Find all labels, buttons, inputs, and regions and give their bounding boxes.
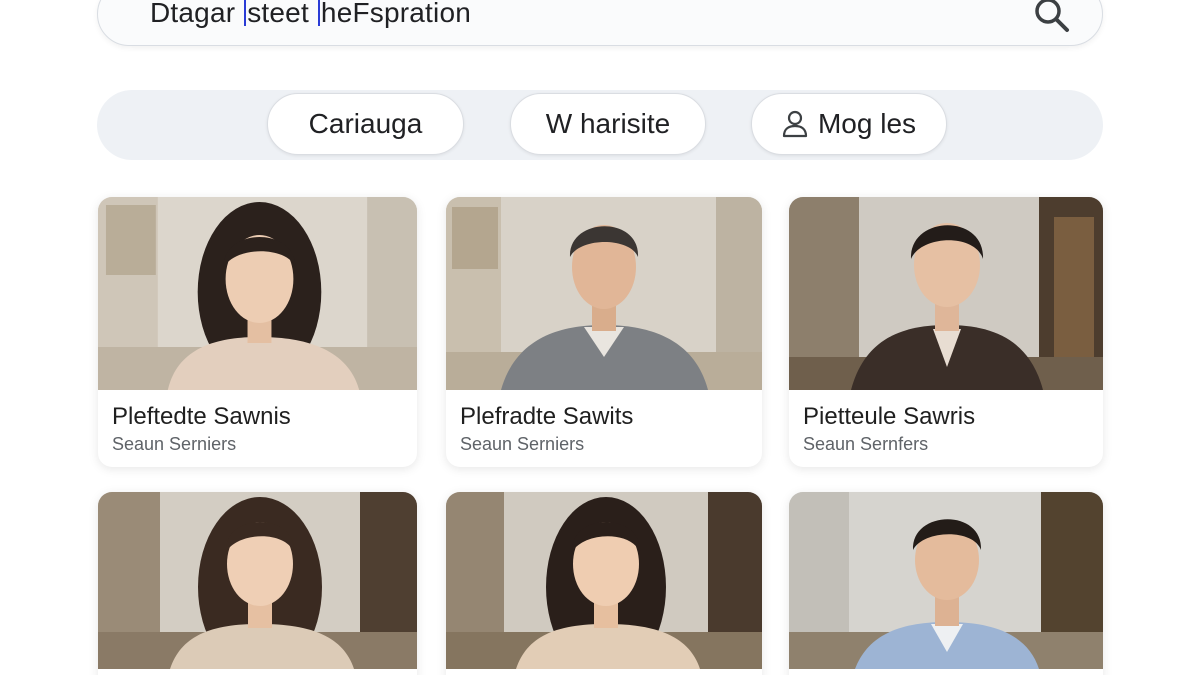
result-card[interactable] xyxy=(446,492,762,675)
profile-photo xyxy=(789,492,1103,669)
profile-photo xyxy=(446,197,762,390)
filter-chip-w-harisite[interactable]: W harisite xyxy=(510,93,706,155)
result-card[interactable] xyxy=(98,492,417,675)
result-name: Pietteule Sawris xyxy=(803,403,976,430)
result-subtitle: Seaun Sernfers xyxy=(803,434,929,454)
profile-photo xyxy=(446,492,762,669)
result-card[interactable]: Plefradte Sawits Seaun Serniers xyxy=(446,197,762,467)
search-bar[interactable]: Dtagar steet heFspration xyxy=(97,0,1103,46)
filter-chip-bar: Cariauga W harisite Mog les xyxy=(97,90,1103,160)
text-caret xyxy=(244,0,247,26)
person-icon xyxy=(782,110,808,138)
filter-chip-mog-les[interactable]: Mog les xyxy=(751,93,947,155)
chip-label: W harisite xyxy=(545,108,671,139)
profile-photo xyxy=(789,197,1103,390)
profile-photo xyxy=(98,492,417,669)
result-subtitle: Seaun Serniers xyxy=(460,434,585,454)
text-caret xyxy=(317,0,320,26)
result-name: Plefradte Sawits xyxy=(460,403,634,430)
search-query-part-2: steet xyxy=(247,0,317,28)
search-button[interactable] xyxy=(1030,0,1074,37)
filter-chip-cariauga[interactable]: Cariauga xyxy=(267,93,464,155)
result-name: Pleftedte Sawnis xyxy=(112,403,291,430)
result-subtitle: Seaun Serniers xyxy=(112,434,237,454)
search-query-part-1: Dtagar xyxy=(150,0,244,28)
result-card[interactable] xyxy=(789,492,1103,675)
search-query[interactable]: Dtagar steet heFspration xyxy=(150,0,471,29)
result-card[interactable]: Pietteule Sawris Seaun Sernfers xyxy=(789,197,1103,467)
search-query-part-3: heFspration xyxy=(320,0,471,28)
result-card[interactable]: Pleftedte Sawnis Seaun Serniers xyxy=(98,197,417,467)
profile-photo xyxy=(98,197,417,390)
search-results-page: Dtagar steet heFspration Cariauga W hari… xyxy=(0,0,1200,675)
chip-label: Cariauga xyxy=(308,108,423,139)
chip-label: Mog les xyxy=(817,108,917,139)
search-icon xyxy=(1035,0,1069,32)
